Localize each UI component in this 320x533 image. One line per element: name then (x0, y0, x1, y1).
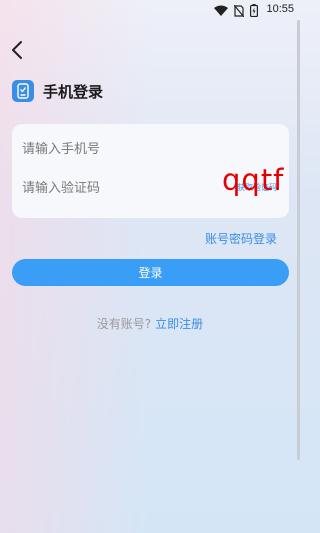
login-button[interactable]: 登录 (12, 259, 289, 286)
page-header: 手机登录 (12, 80, 103, 102)
register-prompt: 没有账号? 立即注册 (0, 315, 300, 332)
password-login-link[interactable]: 账号密码登录 (205, 230, 277, 247)
battery-icon (250, 4, 258, 17)
back-icon[interactable] (10, 40, 26, 60)
no-account-text: 没有账号? (96, 317, 152, 331)
phone-input[interactable] (22, 134, 222, 164)
scrollbar[interactable] (297, 20, 300, 460)
status-icons (214, 4, 258, 17)
page-title: 手机登录 (43, 82, 104, 101)
phone-row (22, 134, 277, 164)
status-time: 10:55 (266, 3, 294, 15)
no-sim-icon (234, 4, 244, 17)
watermark: qqtf (222, 163, 285, 197)
wifi-icon (214, 5, 228, 16)
register-link[interactable]: 立即注册 (155, 317, 203, 331)
status-bar: 10:55 (0, 0, 300, 20)
phone-icon (12, 80, 34, 102)
verification-code-input[interactable] (22, 173, 222, 203)
